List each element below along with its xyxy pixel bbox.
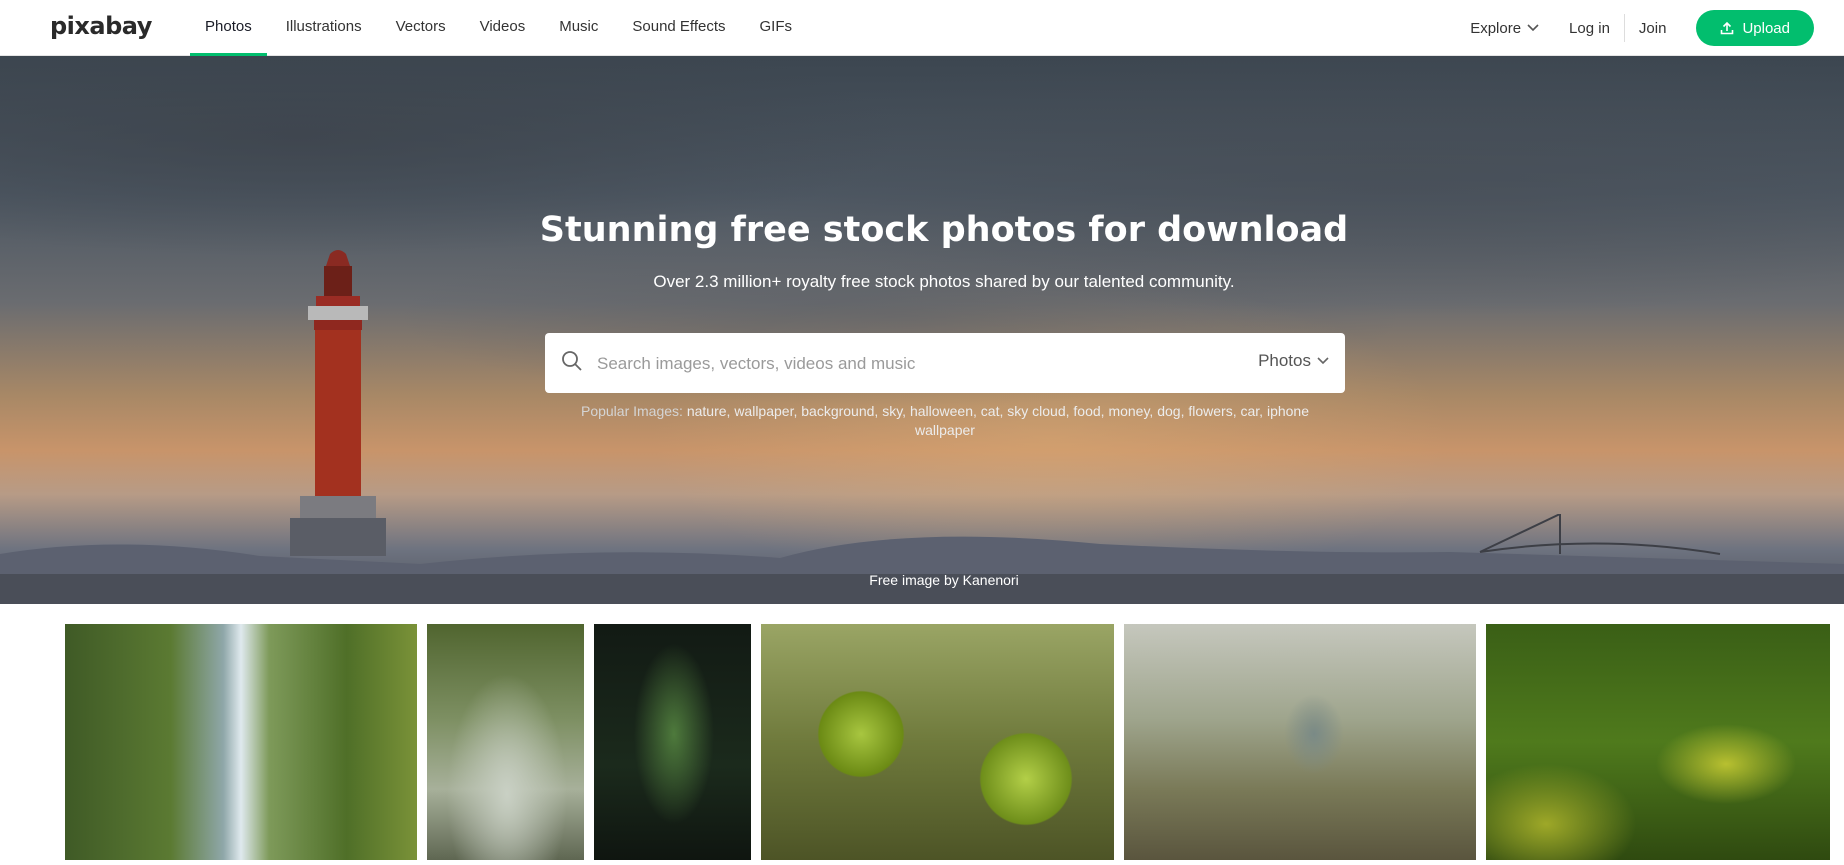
account-actions: Explore Log in Join Upload <box>1470 0 1814 56</box>
hero-subtitle: Over 2.3 million+ royalty free stock pho… <box>653 272 1235 291</box>
gallery-image-butterfly[interactable] <box>1486 624 1830 860</box>
chevron-down-icon <box>1527 24 1539 32</box>
popular-tag[interactable]: halloween <box>910 403 973 419</box>
gallery-image-fern[interactable] <box>594 624 751 860</box>
chevron-down-icon <box>1317 357 1329 365</box>
search-type-select[interactable]: Photos <box>1258 351 1329 371</box>
hero-banner: Stunning free stock photos for download … <box>0 56 1844 604</box>
divider <box>1623 14 1625 42</box>
gallery-image-forest-path[interactable] <box>427 624 584 860</box>
nav-vectors[interactable]: Vectors <box>381 0 461 56</box>
gallery-image-green-tomatoes[interactable] <box>761 624 1114 860</box>
search-icon[interactable] <box>561 350 583 372</box>
popular-tag[interactable]: cat <box>981 403 1000 419</box>
explore-label: Explore <box>1470 19 1522 37</box>
search-bar: Photos <box>545 333 1345 393</box>
image-credit[interactable]: Free image by Kanenori <box>0 572 1844 588</box>
lighthouse-illustration <box>290 250 386 556</box>
nav-videos[interactable]: Videos <box>465 0 541 56</box>
popular-searches: Popular Images: nature, wallpaper, backg… <box>580 403 1309 438</box>
nav-gifs[interactable]: GIFs <box>745 0 808 56</box>
nav-photos[interactable]: Photos <box>190 0 267 56</box>
join-link[interactable]: Join <box>1639 20 1667 37</box>
popular-tag[interactable]: food <box>1073 403 1100 419</box>
popular-tag[interactable]: wallpaper <box>734 403 793 419</box>
popular-tag[interactable]: background <box>801 403 874 419</box>
media-type-nav: Photos Illustrations Vectors Videos Musi… <box>190 0 811 56</box>
search-input[interactable] <box>595 343 1239 385</box>
hero-background-hills <box>0 514 1844 604</box>
popular-tag[interactable]: flowers <box>1188 403 1232 419</box>
popular-tag[interactable]: money <box>1108 403 1149 419</box>
gallery-image-waterfall[interactable] <box>65 624 417 860</box>
popular-tag[interactable]: dog <box>1157 403 1180 419</box>
pixabay-logo[interactable]: pixabay <box>50 12 152 40</box>
nav-music[interactable]: Music <box>544 0 613 56</box>
search-type-label: Photos <box>1258 351 1311 370</box>
popular-tag[interactable]: sky <box>882 403 902 419</box>
explore-menu-button[interactable]: Explore <box>1470 20 1539 37</box>
popular-tag[interactable]: car <box>1240 403 1259 419</box>
popular-label: Popular Images: <box>580 403 683 419</box>
hero-title: Stunning free stock photos for download <box>539 210 1349 250</box>
image-gallery <box>0 624 1844 860</box>
gallery-image-hummingbird[interactable] <box>1124 624 1476 860</box>
nav-illustrations[interactable]: Illustrations <box>271 0 377 56</box>
login-link[interactable]: Log in <box>1569 20 1610 37</box>
popular-tag[interactable]: nature <box>687 403 727 419</box>
upload-label: Upload <box>1742 19 1790 37</box>
upload-button[interactable]: Upload <box>1696 10 1814 46</box>
nav-sound-effects[interactable]: Sound Effects <box>617 0 740 56</box>
top-navigation-bar: pixabay Photos Illustrations Vectors Vid… <box>0 0 1844 56</box>
popular-tag[interactable]: sky cloud <box>1007 403 1065 419</box>
upload-icon <box>1721 21 1734 35</box>
